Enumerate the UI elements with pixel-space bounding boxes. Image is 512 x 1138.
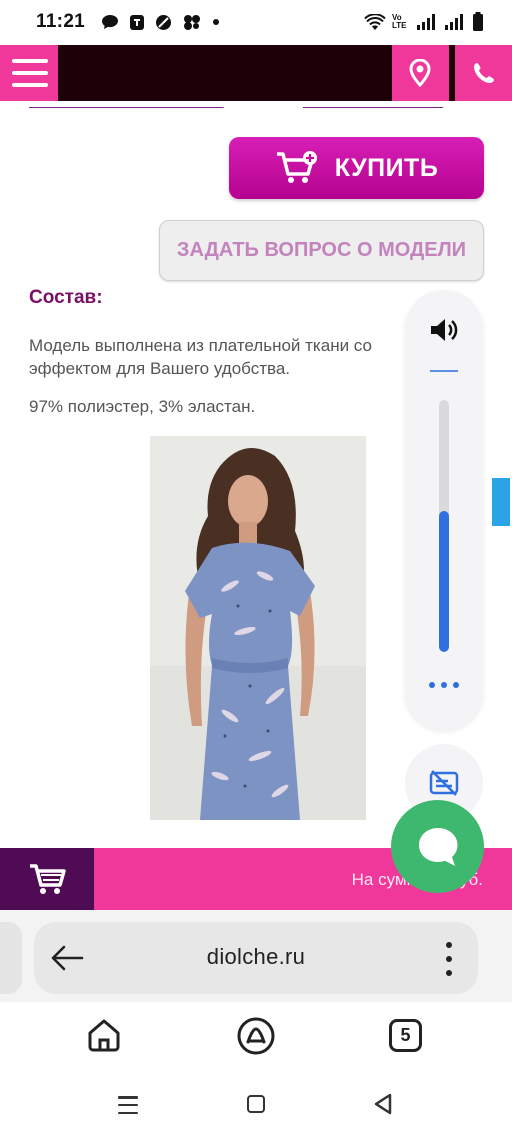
notification-icons bbox=[101, 14, 220, 31]
dot-icon bbox=[213, 19, 220, 25]
status-bar: 11:21 Vo LTE bbox=[0, 0, 512, 44]
fabric-composition: 97% полиэстер, 3% эластан. bbox=[29, 397, 256, 416]
header-banner bbox=[58, 45, 392, 101]
cart-icon bbox=[30, 864, 66, 894]
live-caption-icon bbox=[429, 770, 459, 796]
volte-label: Vo LTE bbox=[392, 13, 407, 30]
shield-icon bbox=[130, 14, 145, 30]
browser-menu-icon[interactable] bbox=[444, 942, 454, 976]
ask-question-label: ЗАДАТЬ ВОПРОС О МОДЕЛИ bbox=[176, 239, 467, 261]
cart-button[interactable] bbox=[0, 848, 94, 910]
volume-slider[interactable] bbox=[439, 400, 449, 652]
volume-level bbox=[439, 510, 449, 652]
app-icon bbox=[184, 14, 201, 30]
volume-divider bbox=[430, 370, 458, 372]
url-text[interactable]: diolche.ru bbox=[34, 944, 478, 970]
signal-icon bbox=[445, 14, 463, 30]
chat-button[interactable] bbox=[391, 800, 484, 893]
status-time: 11:21 bbox=[36, 11, 86, 32]
buy-button[interactable]: КУПИТЬ bbox=[229, 137, 484, 199]
system-navigation bbox=[0, 1072, 512, 1138]
browser-toolbar: diolche.ru bbox=[0, 910, 512, 1002]
buy-button-label: КУПИТЬ bbox=[334, 153, 439, 182]
chat-bubble-icon bbox=[102, 15, 119, 29]
speaker-icon[interactable] bbox=[428, 316, 460, 344]
location-pin-icon bbox=[409, 59, 431, 87]
location-button[interactable] bbox=[392, 45, 448, 101]
previous-tab-peek[interactable] bbox=[0, 922, 22, 994]
phone-button[interactable] bbox=[455, 45, 512, 101]
home-icon[interactable] bbox=[85, 1016, 123, 1054]
composition-description: Модель выполнена из плательной ткани со … bbox=[29, 334, 429, 380]
system-icons: Vo LTE bbox=[364, 12, 484, 32]
composition-line-2: эффектом для Вашего удобства. bbox=[29, 359, 291, 378]
hamburger-icon[interactable] bbox=[4, 45, 56, 101]
block-icon bbox=[156, 14, 172, 30]
size-link-left[interactable]: ххххххххххххххххххххххххх bbox=[29, 101, 224, 109]
composition-title: Состав: bbox=[29, 287, 103, 308]
size-links: ххххххххххххххххххххххххх хххххххххххххх… bbox=[0, 101, 512, 111]
signal-icon bbox=[417, 14, 435, 30]
recent-apps-icon[interactable] bbox=[118, 1096, 138, 1114]
address-bar[interactable]: diolche.ru bbox=[34, 922, 478, 994]
battery-icon bbox=[473, 12, 483, 31]
cart-plus-icon bbox=[276, 151, 317, 183]
alice-assistant-icon[interactable] bbox=[236, 1016, 276, 1056]
composition-line-1: Модель выполнена из плательной ткани со bbox=[29, 336, 372, 355]
tabs-counter[interactable]: 5 bbox=[389, 1019, 422, 1052]
site-header bbox=[0, 45, 512, 101]
more-dots-icon[interactable] bbox=[429, 682, 459, 692]
screen: 11:21 Vo LTE ххххххххххххххххххххххххх bbox=[0, 0, 512, 1138]
product-photo[interactable] bbox=[150, 436, 366, 820]
wifi-icon bbox=[364, 13, 386, 30]
volume-panel bbox=[405, 290, 483, 730]
ask-question-button[interactable]: ЗАДАТЬ ВОПРОС О МОДЕЛИ bbox=[159, 220, 484, 281]
phone-icon bbox=[473, 63, 494, 83]
size-link-right[interactable]: хххххххххххххххххх bbox=[303, 101, 443, 109]
browser-nav: 5 bbox=[0, 1002, 512, 1072]
chat-icon bbox=[418, 827, 457, 866]
back-button-icon[interactable] bbox=[373, 1093, 393, 1115]
home-button-icon[interactable] bbox=[247, 1095, 265, 1113]
